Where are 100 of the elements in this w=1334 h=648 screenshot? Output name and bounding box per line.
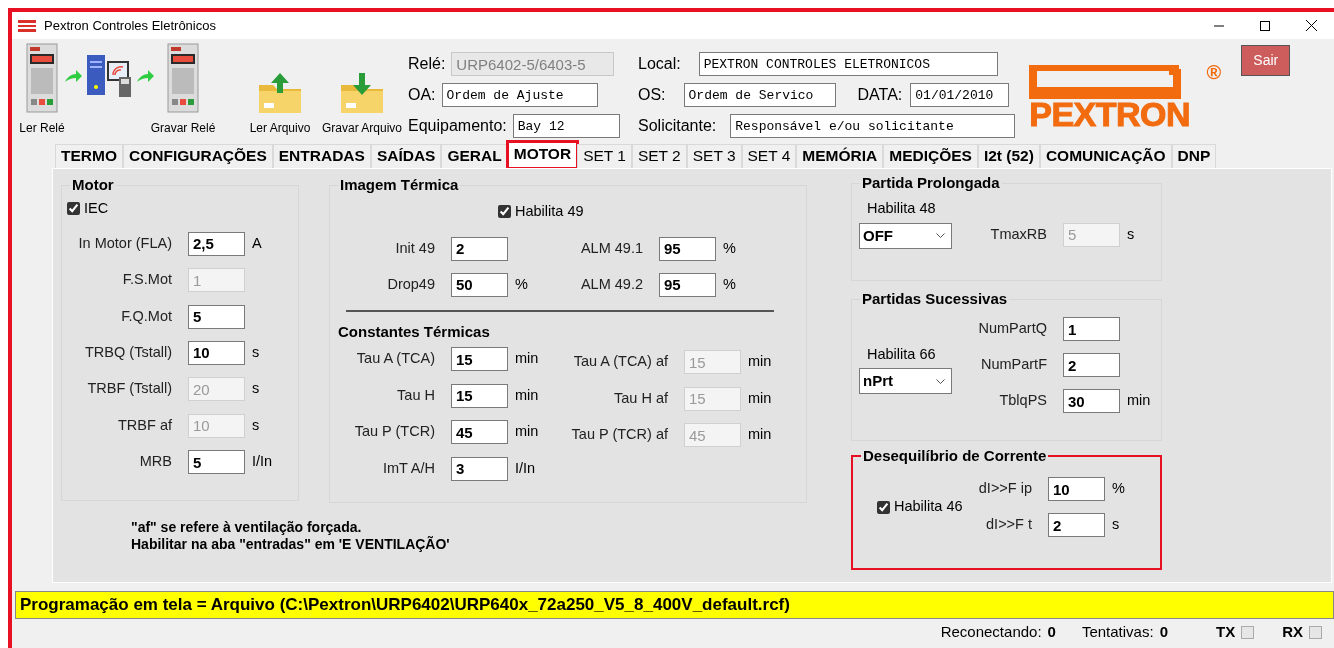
dropdown-label: Habilita 66: [866, 344, 937, 364]
tab[interactable]: TERMO: [55, 144, 123, 168]
field-label: NumPartQ: [977, 319, 1047, 339]
field-label: Relé:: [408, 54, 446, 74]
text-field[interactable]: Ordem de Ajuste: [441, 83, 598, 107]
unit-label: s: [1127, 224, 1135, 244]
number-field[interactable]: 2: [1063, 353, 1120, 377]
app-icon: [18, 19, 36, 32]
unit-label: %: [723, 238, 736, 258]
unit-label: %: [1112, 479, 1125, 499]
checkbox[interactable]: [877, 500, 890, 514]
status-label: Reconectando:: [940, 621, 1042, 642]
field-label: F.Q.Mot: [120, 306, 172, 326]
number-field[interactable]: 2: [1048, 513, 1105, 537]
group-title: Imagem Térmica: [338, 176, 461, 194]
number-field[interactable]: 15: [451, 347, 508, 372]
close-icon: [1305, 20, 1317, 31]
field-label: TRBQ (Tstall): [84, 343, 172, 363]
field-label: Tau P (TCR): [353, 422, 435, 442]
field-label: Tau H: [396, 385, 435, 405]
checkbox[interactable]: [67, 202, 80, 216]
number-field[interactable]: 50: [451, 272, 508, 297]
number-field[interactable]: 10: [1048, 477, 1105, 501]
unit-label: I/In: [252, 452, 273, 472]
text-field[interactable]: Responsável e/ou solicitante: [730, 114, 1016, 138]
number-field[interactable]: 95: [659, 236, 716, 261]
field-label: Local:: [638, 54, 681, 74]
field-label: Tau H af: [613, 388, 668, 408]
indicator-label: TX: [1216, 621, 1236, 642]
maximize-icon: [1260, 20, 1270, 31]
unit-label: min: [748, 388, 772, 408]
tab[interactable]: COMUNICAÇÃO: [1039, 144, 1172, 168]
number-field[interactable]: 45: [451, 420, 508, 445]
unit-label: %: [515, 274, 528, 294]
tab[interactable]: CONFIGURAÇÕES: [122, 144, 273, 168]
number-field[interactable]: 2: [451, 236, 508, 261]
unit-label: min: [515, 385, 539, 405]
field-label: ALM 49.1: [579, 238, 643, 258]
toolbar-button[interactable]: Ler Arquivo: [244, 43, 316, 137]
field-label: Tau A (TCA): [355, 349, 435, 369]
number-field[interactable]: 2,5: [188, 231, 245, 256]
field-label: TblqPS: [998, 391, 1047, 411]
field-label: TmaxRB: [989, 224, 1047, 244]
tab[interactable]: MOTOR: [507, 142, 578, 168]
dropdown[interactable]: OFF: [859, 222, 952, 249]
tab[interactable]: DNP: [1171, 144, 1217, 168]
unit-label: min: [1127, 391, 1151, 411]
field-label: dI>>F ip: [977, 479, 1032, 499]
status-message: Programação em tela = Arquivo (C:\Pextron\URP6402\URP640x_72a250_V5_8_400V_default.rcf): [15, 591, 1334, 619]
text-field[interactable]: Ordem de Servico: [683, 83, 836, 107]
tab[interactable]: SET 2: [631, 144, 687, 168]
number-field[interactable]: 15: [451, 383, 508, 408]
unit-label: s: [252, 343, 260, 363]
number-field[interactable]: 5: [188, 304, 245, 329]
unit-label: A: [252, 233, 262, 253]
checkbox-label: IEC: [84, 199, 109, 218]
text-field[interactable]: PEXTRON CONTROLES ELETRONICOS: [698, 52, 998, 76]
note-text: "af" se refere à ventilação forçada.: [131, 519, 363, 536]
registered-mark: ®: [1206, 62, 1222, 82]
indicator-label: RX: [1282, 621, 1303, 642]
tab[interactable]: GERAL: [441, 144, 508, 168]
field-label: Equipamento:: [408, 116, 507, 136]
tab[interactable]: SET 3: [686, 144, 742, 168]
exit-button[interactable]: Sair: [1241, 45, 1291, 76]
field-label: NumPartF: [979, 355, 1047, 375]
dropdown[interactable]: nPrt: [859, 368, 952, 395]
unit-label: I/In: [515, 458, 536, 478]
text-field[interactable]: 01/01/2010: [910, 83, 1010, 107]
field-label: MRB: [138, 452, 172, 472]
field-label: Tau P (TCR) af: [570, 425, 668, 445]
folder-download-icon: [340, 71, 384, 115]
number-field[interactable]: 5: [188, 450, 245, 475]
tab[interactable]: SAÍDAS: [370, 144, 442, 168]
tab[interactable]: ENTRADAS: [272, 144, 371, 168]
toolbar-button[interactable]: Gravar Relé: [148, 43, 218, 137]
number-field[interactable]: 3: [451, 456, 508, 481]
number-field[interactable]: 10: [188, 340, 245, 365]
checkbox-label: Habilita 46: [894, 497, 963, 517]
arrow-icon: [64, 70, 82, 82]
toolbar-button[interactable]: Ler Relé: [12, 43, 72, 137]
tab[interactable]: SET 4: [741, 144, 797, 168]
unit-label: min: [515, 349, 539, 369]
tab[interactable]: MEMÓRIA: [796, 144, 884, 168]
unit-label: min: [515, 422, 539, 442]
field-label: TRBF (Tstall): [86, 379, 172, 399]
checkbox[interactable]: [498, 205, 511, 219]
number-field[interactable]: 30: [1063, 389, 1120, 413]
text-field[interactable]: Bay 12: [512, 114, 620, 138]
unit-label: min: [748, 425, 772, 445]
number-field[interactable]: 1: [1063, 317, 1120, 341]
tab[interactable]: SET 1: [577, 144, 632, 168]
toolbar-button[interactable]: Gravar Arquivo: [316, 43, 408, 137]
dropdown-label: Habilita 48: [866, 199, 937, 218]
number-field[interactable]: 95: [659, 272, 716, 297]
tab[interactable]: I2t (52): [977, 144, 1040, 168]
unit-label: %: [723, 274, 736, 294]
status-value: 0: [1159, 621, 1168, 642]
tab[interactable]: MEDIÇÕES: [883, 144, 978, 168]
group-title: Partida Prolongada: [860, 174, 1002, 192]
field-label: TRBF af: [117, 415, 172, 435]
